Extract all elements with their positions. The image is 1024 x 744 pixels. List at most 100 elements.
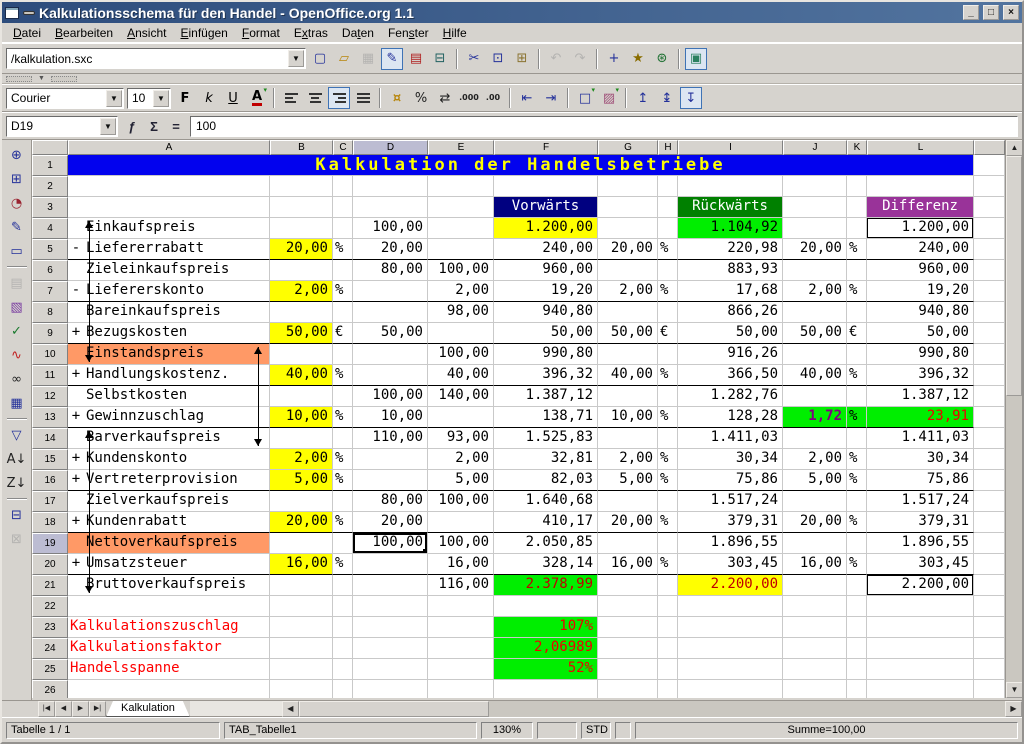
cell-C21[interactable]: [333, 575, 353, 596]
cell-F13[interactable]: 138,71: [494, 407, 598, 428]
align-left-button[interactable]: [280, 87, 302, 109]
cell-F3[interactable]: Vorwärts: [494, 197, 598, 218]
status-zoom-level[interactable]: 130%: [481, 722, 533, 739]
column-header-L[interactable]: L: [867, 140, 974, 155]
cell-L10[interactable]: 990,80: [867, 344, 974, 365]
cell-H24[interactable]: [658, 638, 678, 659]
cell-sliver-13[interactable]: [974, 407, 1005, 428]
cell-I18[interactable]: 379,31: [678, 512, 783, 533]
cell-F23[interactable]: 107%: [494, 617, 598, 638]
row-header-21[interactable]: 21: [32, 575, 68, 596]
horizontal-scroll-track[interactable]: [489, 701, 1005, 717]
cell-I26[interactable]: [678, 680, 783, 698]
cell-H26[interactable]: [658, 680, 678, 698]
cell-C6[interactable]: [333, 260, 353, 281]
cell-A18[interactable]: +Kundenrabatt: [68, 512, 270, 533]
formula-input-line[interactable]: 100: [190, 116, 1018, 137]
cell-I12[interactable]: 1.282,76: [678, 386, 783, 407]
row-header-12[interactable]: 12: [32, 386, 68, 407]
cell-J16[interactable]: 5,00: [783, 470, 847, 491]
cell-L3[interactable]: Differenz: [867, 197, 974, 218]
row-header-15[interactable]: 15: [32, 449, 68, 470]
cell-B9[interactable]: 50,00: [270, 323, 333, 344]
minimize-button[interactable]: _: [963, 5, 979, 20]
cell-K12[interactable]: [847, 386, 867, 407]
cell-B23[interactable]: [270, 617, 333, 638]
cell-G11[interactable]: 40,00: [598, 365, 658, 386]
font-name-combo[interactable]: Courier ▼: [6, 88, 124, 109]
cell-G16[interactable]: 5,00: [598, 470, 658, 491]
cell-E7[interactable]: 2,00: [428, 281, 494, 302]
cell-I13[interactable]: 128,28: [678, 407, 783, 428]
cell-B25[interactable]: [270, 659, 333, 680]
cell-K21[interactable]: [847, 575, 867, 596]
cell-K9[interactable]: €: [847, 323, 867, 344]
cell-J3[interactable]: [783, 197, 847, 218]
sheet-tab-kalkulation[interactable]: Kalkulation: [106, 701, 190, 717]
vertical-scroll-track[interactable]: [1006, 396, 1022, 682]
cell-A2[interactable]: [68, 176, 270, 197]
themes-button[interactable]: ▧: [5, 296, 29, 318]
next-sheet-button[interactable]: ▶: [72, 701, 89, 717]
row-header-26[interactable]: 26: [32, 680, 68, 698]
cell-L23[interactable]: [867, 617, 974, 638]
column-header-J[interactable]: J: [783, 140, 847, 155]
cell-A4[interactable]: Einkaufspreis: [68, 218, 270, 239]
cell-L26[interactable]: [867, 680, 974, 698]
cell-D10[interactable]: [353, 344, 428, 365]
cell-D18[interactable]: 20,00: [353, 512, 428, 533]
cell-L15[interactable]: 30,34: [867, 449, 974, 470]
cell-I9[interactable]: 50,00: [678, 323, 783, 344]
cell-E15[interactable]: 2,00: [428, 449, 494, 470]
function-button[interactable]: =: [166, 116, 186, 136]
menu-hilfe[interactable]: Hilfe: [436, 24, 474, 42]
cell-I25[interactable]: [678, 659, 783, 680]
toolbar-collapse-icon[interactable]: ▼: [38, 76, 45, 82]
cell-C9[interactable]: €: [333, 323, 353, 344]
document-url-combo[interactable]: /kalkulation.sxc ▼: [6, 48, 306, 69]
cell-D2[interactable]: [353, 176, 428, 197]
bold-button[interactable]: F: [174, 87, 196, 109]
cell-E18[interactable]: [428, 512, 494, 533]
print-button[interactable]: ⊟: [429, 48, 451, 70]
number-standard-button[interactable]: ⇄: [434, 87, 456, 109]
cell-J15[interactable]: 2,00: [783, 449, 847, 470]
edit-file-button[interactable]: ✎: [381, 48, 403, 70]
cell-B12[interactable]: [270, 386, 333, 407]
cell-J2[interactable]: [783, 176, 847, 197]
cell-L4[interactable]: 1.200,00: [867, 218, 974, 239]
menu-ansicht[interactable]: Ansicht: [120, 24, 173, 42]
cell-G8[interactable]: [598, 302, 658, 323]
cell-G13[interactable]: 10,00: [598, 407, 658, 428]
cell-J12[interactable]: [783, 386, 847, 407]
cell-K16[interactable]: %: [847, 470, 867, 491]
cell-J23[interactable]: [783, 617, 847, 638]
cell-A21[interactable]: Bruttoverkaufspreis: [68, 575, 270, 596]
cell-J11[interactable]: 40,00: [783, 365, 847, 386]
cell-H7[interactable]: %: [658, 281, 678, 302]
status-insert-mode[interactable]: STD: [581, 722, 611, 739]
cell-F6[interactable]: 960,00: [494, 260, 598, 281]
cell-sliver-17[interactable]: [974, 491, 1005, 512]
cell-G18[interactable]: 20,00: [598, 512, 658, 533]
hyperlink-button[interactable]: ⊛: [651, 48, 673, 70]
cell-D25[interactable]: [353, 659, 428, 680]
cell-G17[interactable]: [598, 491, 658, 512]
number-percent-button[interactable]: %: [410, 87, 432, 109]
cell-C7[interactable]: %: [333, 281, 353, 302]
decrease-indent-button[interactable]: ⇤: [516, 87, 538, 109]
cell-D11[interactable]: [353, 365, 428, 386]
cell-K5[interactable]: %: [847, 239, 867, 260]
cell-C17[interactable]: [333, 491, 353, 512]
cell-F16[interactable]: 82,03: [494, 470, 598, 491]
cell-C11[interactable]: %: [333, 365, 353, 386]
cell-I8[interactable]: 866,26: [678, 302, 783, 323]
cell-sliver-9[interactable]: [974, 323, 1005, 344]
cell-D21[interactable]: [353, 575, 428, 596]
menu-daten[interactable]: Daten: [335, 24, 381, 42]
cell-I23[interactable]: [678, 617, 783, 638]
cell-A14[interactable]: Barverkaufspreis: [68, 428, 270, 449]
dropdown-arrow-icon[interactable]: ▼: [153, 90, 169, 107]
cell-E26[interactable]: [428, 680, 494, 698]
cell-B8[interactable]: [270, 302, 333, 323]
